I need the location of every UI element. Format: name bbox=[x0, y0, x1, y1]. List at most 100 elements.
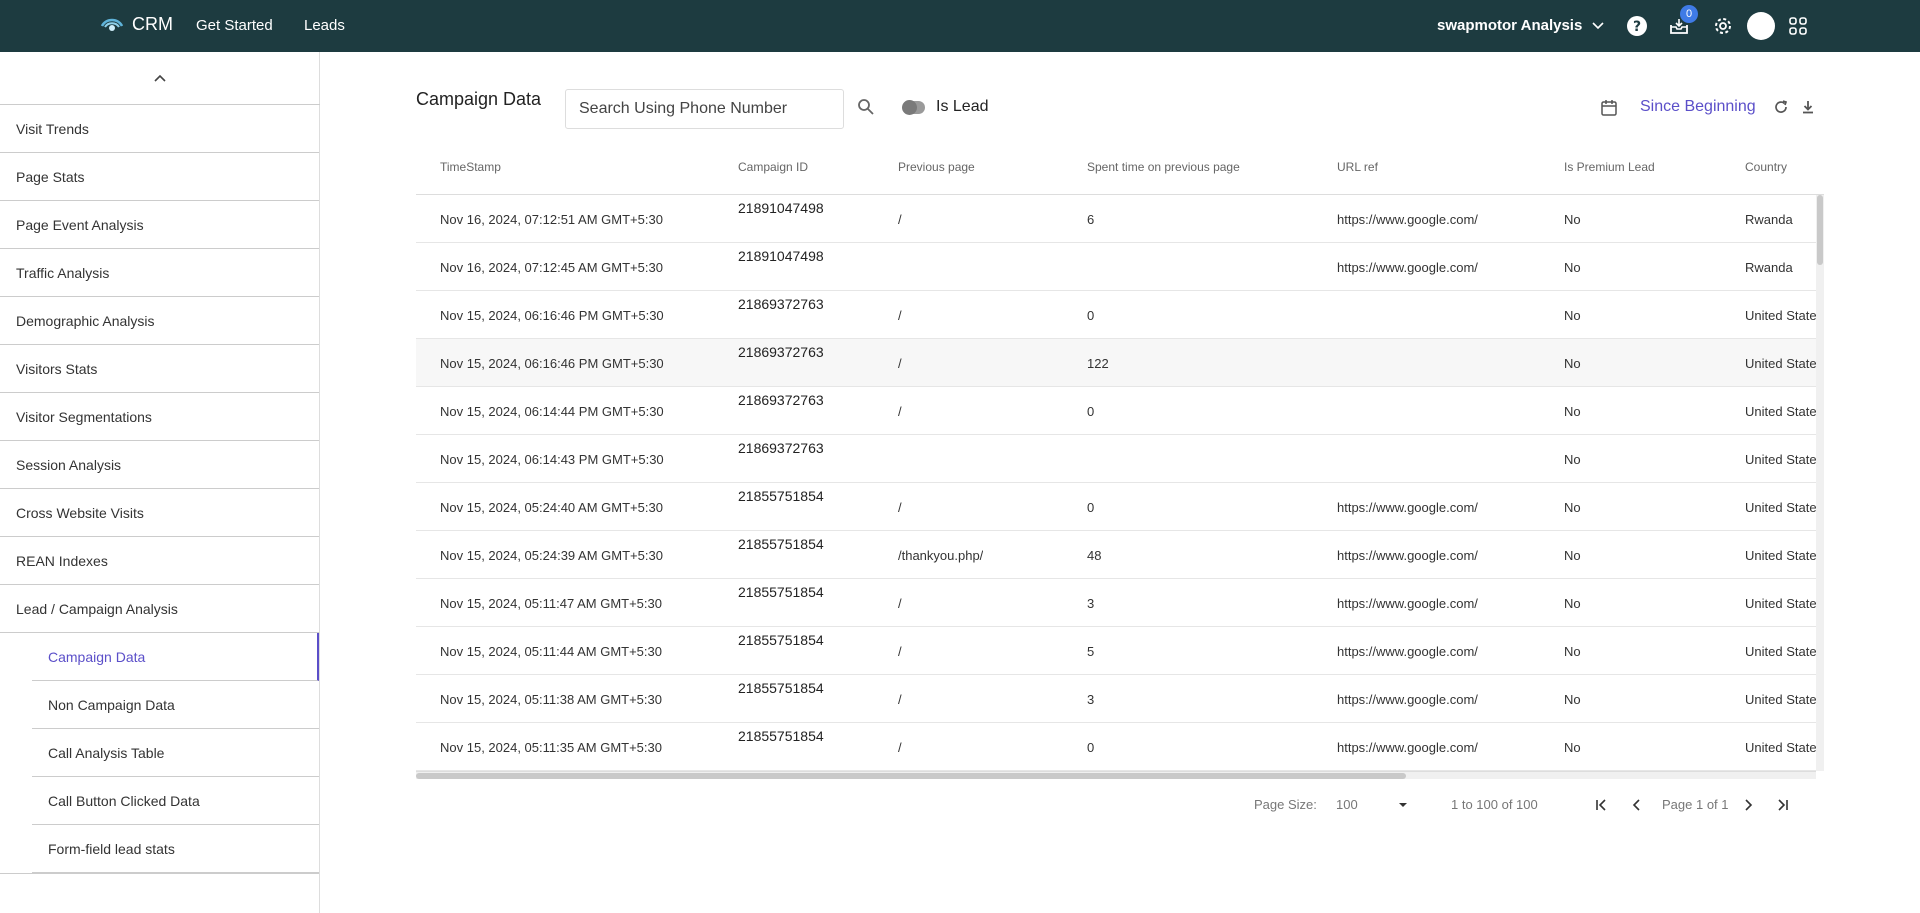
horizontal-scrollbar[interactable] bbox=[416, 771, 1816, 779]
org-name: swapmotor Analysis bbox=[1437, 17, 1583, 34]
sidebar-subitem-call-button-clicked-data[interactable]: Call Button Clicked Data bbox=[32, 777, 319, 825]
cell-country: United States bbox=[1745, 404, 1816, 419]
table-row[interactable]: Nov 15, 2024, 05:11:47 AM GMT+5:30 21855… bbox=[416, 579, 1816, 627]
cell-spent-time: 0 bbox=[1087, 500, 1095, 515]
nav-leads[interactable]: Leads bbox=[304, 17, 345, 34]
cell-url-ref: https://www.google.com/ bbox=[1337, 548, 1478, 563]
sidebar: Visit Trends Page Stats Page Event Analy… bbox=[0, 52, 320, 913]
cell-is-premium-lead: No bbox=[1564, 212, 1581, 227]
column-header-country[interactable]: Country bbox=[1745, 160, 1787, 174]
cell-campaign-id: 21855751854 bbox=[738, 536, 824, 552]
table-row[interactable]: Nov 15, 2024, 05:24:39 AM GMT+5:30 21855… bbox=[416, 531, 1816, 579]
table-row[interactable]: Nov 15, 2024, 06:14:44 PM GMT+5:30 21869… bbox=[416, 387, 1816, 435]
table-row[interactable]: Nov 15, 2024, 05:11:44 AM GMT+5:30 21855… bbox=[416, 627, 1816, 675]
table-row[interactable]: Nov 15, 2024, 05:11:35 AM GMT+5:30 21855… bbox=[416, 723, 1816, 771]
cell-spent-time: 0 bbox=[1087, 308, 1095, 323]
logo-icon bbox=[100, 18, 124, 31]
cell-timestamp: Nov 15, 2024, 05:11:35 AM GMT+5:30 bbox=[440, 740, 662, 755]
cell-campaign-id: 21855751854 bbox=[738, 488, 824, 504]
last-page-icon[interactable] bbox=[1773, 796, 1791, 814]
table-body: Nov 16, 2024, 07:12:51 AM GMT+5:30 21891… bbox=[416, 195, 1816, 771]
cell-timestamp: Nov 15, 2024, 06:16:46 PM GMT+5:30 bbox=[440, 356, 664, 371]
cell-is-premium-lead: No bbox=[1564, 692, 1581, 707]
cell-url-ref: https://www.google.com/ bbox=[1337, 692, 1478, 707]
calendar-icon[interactable] bbox=[1600, 99, 1618, 117]
cell-timestamp: Nov 15, 2024, 05:24:39 AM GMT+5:30 bbox=[440, 548, 663, 563]
vertical-scroll-thumb[interactable] bbox=[1817, 195, 1823, 265]
sidebar-item-session-analysis[interactable]: Session Analysis bbox=[0, 441, 319, 489]
sidebar-item-visitor-segmentations[interactable]: Visitor Segmentations bbox=[0, 393, 319, 441]
sidebar-item-traffic-analysis[interactable]: Traffic Analysis bbox=[0, 249, 319, 297]
sidebar-item-lead-campaign-analysis[interactable]: Lead / Campaign Analysis bbox=[0, 585, 319, 633]
apps-grid-icon[interactable] bbox=[1787, 15, 1809, 37]
sidebar-subitem-campaign-data[interactable]: Campaign Data bbox=[32, 633, 319, 681]
page-indicator: Page 1 of 1 bbox=[1662, 797, 1729, 812]
vertical-scrollbar[interactable] bbox=[1816, 195, 1824, 771]
sidebar-item-cross-website-visits[interactable]: Cross Website Visits bbox=[0, 489, 319, 537]
cell-is-premium-lead: No bbox=[1564, 596, 1581, 611]
cell-previous-page: / bbox=[898, 740, 902, 755]
sidebar-subitem-non-campaign-data[interactable]: Non Campaign Data bbox=[32, 681, 319, 729]
cell-spent-time: 3 bbox=[1087, 692, 1095, 707]
cell-country: United States bbox=[1745, 740, 1816, 755]
column-header-is-premium-lead[interactable]: Is Premium Lead bbox=[1564, 160, 1655, 174]
table-row[interactable]: Nov 15, 2024, 06:14:43 PM GMT+5:30 21869… bbox=[416, 435, 1816, 483]
cell-is-premium-lead: No bbox=[1564, 404, 1581, 419]
column-header-timestamp[interactable]: TimeStamp bbox=[440, 160, 501, 174]
app-logo[interactable]: CRM bbox=[100, 14, 173, 35]
cell-country: United States bbox=[1745, 692, 1816, 707]
previous-page-icon[interactable] bbox=[1628, 796, 1646, 814]
cell-timestamp: Nov 15, 2024, 05:11:38 AM GMT+5:30 bbox=[440, 692, 662, 707]
phone-search-input[interactable] bbox=[565, 89, 844, 129]
cell-country: United States bbox=[1745, 452, 1816, 467]
table-row[interactable]: Nov 15, 2024, 05:11:38 AM GMT+5:30 21855… bbox=[416, 675, 1816, 723]
user-avatar[interactable] bbox=[1747, 12, 1775, 40]
is-lead-toggle[interactable] bbox=[902, 100, 925, 115]
column-header-campaign-id[interactable]: Campaign ID bbox=[738, 160, 808, 174]
sidebar-item-page-stats[interactable]: Page Stats bbox=[0, 153, 319, 201]
cell-previous-page: / bbox=[898, 212, 902, 227]
table-row[interactable]: Nov 16, 2024, 07:12:45 AM GMT+5:30 21891… bbox=[416, 243, 1816, 291]
table-row[interactable]: Nov 15, 2024, 06:16:46 PM GMT+5:30 21869… bbox=[416, 291, 1816, 339]
nav-get-started[interactable]: Get Started bbox=[196, 17, 273, 34]
horizontal-scroll-thumb[interactable] bbox=[416, 773, 1406, 779]
sidebar-item-demographic-analysis[interactable]: Demographic Analysis bbox=[0, 297, 319, 345]
search-icon[interactable] bbox=[857, 98, 877, 118]
page-size-select[interactable]: 100 bbox=[1336, 797, 1408, 812]
table-row[interactable]: Nov 16, 2024, 07:12:51 AM GMT+5:30 21891… bbox=[416, 195, 1816, 243]
sidebar-item-visitors-stats[interactable]: Visitors Stats bbox=[0, 345, 319, 393]
sidebar-subitem-call-analysis-table[interactable]: Call Analysis Table bbox=[32, 729, 319, 777]
sidebar-item-page-event-analysis[interactable]: Page Event Analysis bbox=[0, 201, 319, 249]
cell-previous-page: / bbox=[898, 404, 902, 419]
cell-campaign-id: 21855751854 bbox=[738, 632, 824, 648]
cell-country: United States bbox=[1745, 356, 1816, 371]
sidebar-item-visit-trends[interactable]: Visit Trends bbox=[0, 105, 319, 153]
app-name: CRM bbox=[132, 14, 173, 34]
column-header-spent-time[interactable]: Spent time on previous page bbox=[1087, 160, 1240, 174]
download-icon[interactable] bbox=[1800, 99, 1818, 117]
column-header-url-ref[interactable]: URL ref bbox=[1337, 160, 1378, 174]
campaign-data-table: TimeStamp Campaign ID Previous page Spen… bbox=[416, 145, 1824, 779]
cell-campaign-id: 21891047498 bbox=[738, 200, 824, 216]
column-header-previous-page[interactable]: Previous page bbox=[898, 160, 975, 174]
sidebar-subitem-form-field-lead-stats[interactable]: Form-field lead stats bbox=[32, 825, 319, 873]
page-size-label: Page Size: bbox=[1254, 797, 1317, 812]
table-row[interactable]: Nov 15, 2024, 06:16:46 PM GMT+5:30 21869… bbox=[416, 339, 1816, 387]
cell-campaign-id: 21891047498 bbox=[738, 248, 824, 264]
sidebar-item-rean-indexes[interactable]: REAN Indexes bbox=[0, 537, 319, 585]
org-selector[interactable]: swapmotor Analysis bbox=[1437, 17, 1604, 34]
cell-timestamp: Nov 15, 2024, 06:14:43 PM GMT+5:30 bbox=[440, 452, 664, 467]
sidebar-collapse-button[interactable] bbox=[0, 52, 320, 105]
cell-campaign-id: 21869372763 bbox=[738, 392, 824, 408]
first-page-icon[interactable] bbox=[1593, 796, 1611, 814]
next-page-icon[interactable] bbox=[1739, 796, 1757, 814]
date-range-link[interactable]: Since Beginning bbox=[1640, 98, 1756, 116]
cell-timestamp: Nov 16, 2024, 07:12:45 AM GMT+5:30 bbox=[440, 260, 663, 275]
refresh-icon[interactable] bbox=[1773, 99, 1791, 117]
help-icon[interactable]: ? bbox=[1626, 15, 1648, 37]
page-title: Campaign Data bbox=[416, 89, 542, 109]
gear-icon[interactable] bbox=[1712, 15, 1734, 37]
table-row[interactable]: Nov 15, 2024, 05:24:40 AM GMT+5:30 21855… bbox=[416, 483, 1816, 531]
cell-previous-page: /thankyou.php/ bbox=[898, 548, 984, 563]
cell-is-premium-lead: No bbox=[1564, 740, 1581, 755]
